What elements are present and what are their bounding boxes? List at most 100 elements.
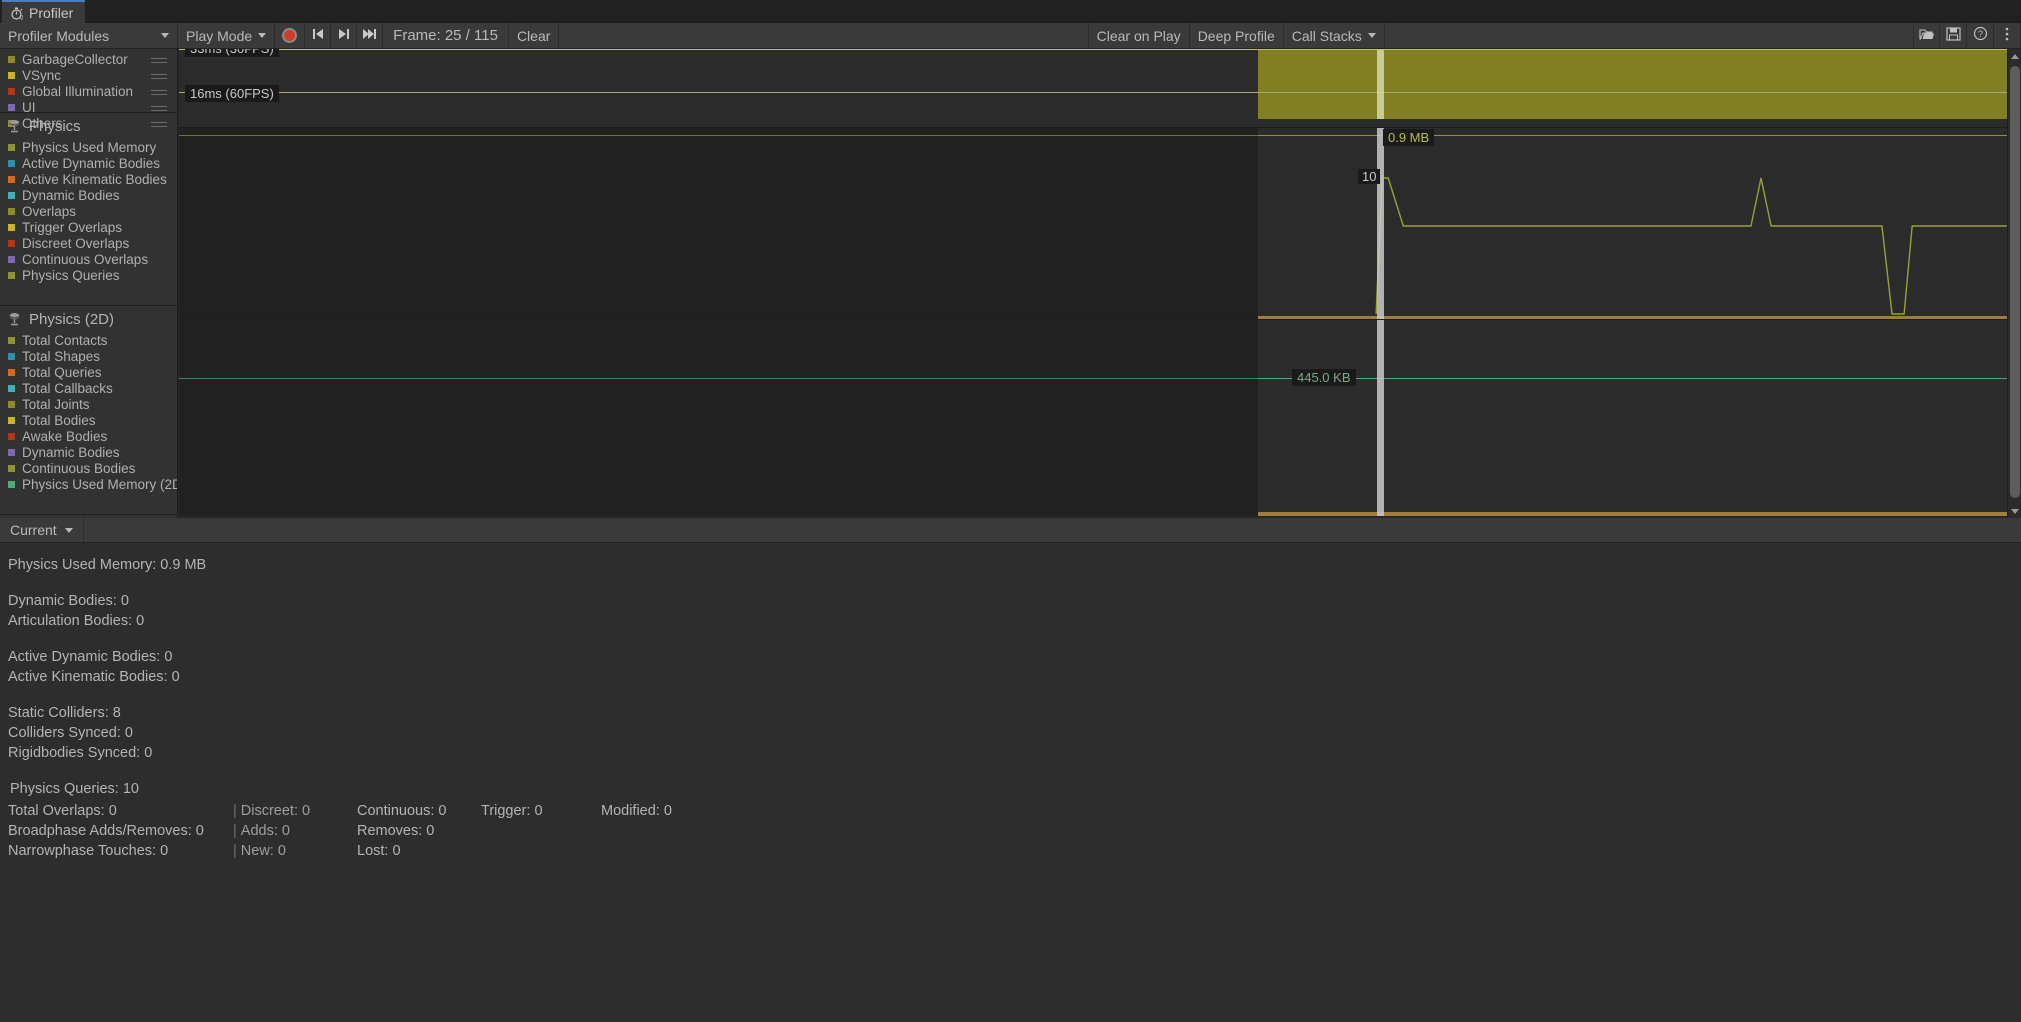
column-separator: | xyxy=(233,823,237,839)
drag-handle-icon[interactable] xyxy=(151,55,167,63)
module-row-dynamic-bodies-2d[interactable]: Dynamic Bodies xyxy=(0,444,177,460)
module-row-continuous-overlaps[interactable]: Continuous Overlaps xyxy=(0,251,177,267)
module-row-label: Continuous Overlaps xyxy=(22,251,149,267)
gridline-33ms-top xyxy=(179,49,2021,50)
scroll-down-button[interactable] xyxy=(2008,504,2021,518)
module-row-discreet-overlaps[interactable]: Discreet Overlaps xyxy=(0,235,177,251)
module-row-overlaps[interactable]: Overlaps xyxy=(0,203,177,219)
profiler-modules-dropdown[interactable]: Profiler Modules xyxy=(0,23,178,48)
detail-row-broadphase: Broadphase Adds/Removes: 0 | Adds: 0 Remo… xyxy=(8,821,2013,841)
chevron-down-icon xyxy=(161,33,169,38)
module-row-total-bodies[interactable]: Total Bodies xyxy=(0,412,177,428)
detail-cell: Total Overlaps: 0 xyxy=(8,803,117,819)
module-row-total-shapes[interactable]: Total Shapes xyxy=(0,348,177,364)
profiler-window: Q Profiler Profiler Modules Play Mode Fr… xyxy=(0,0,2021,1022)
module-row-garbagecollector[interactable]: GarbageCollector xyxy=(0,51,177,67)
color-swatch xyxy=(8,416,15,424)
module-row-vsync[interactable]: VSync xyxy=(0,67,177,83)
charts-vertical-scrollbar[interactable] xyxy=(2007,49,2021,518)
module-row-trigger-overlaps[interactable]: Trigger Overlaps xyxy=(0,219,177,235)
drag-handle-icon[interactable] xyxy=(151,71,167,79)
scroll-up-button[interactable] xyxy=(2008,49,2021,63)
unrecorded-region xyxy=(179,320,1258,516)
detail-cell: Broadphase Adds/Removes: 0 xyxy=(8,823,204,839)
profiler-toolbar: Profiler Modules Play Mode Frame: 25 / 1… xyxy=(0,23,2021,49)
next-frame-button[interactable] xyxy=(331,23,358,48)
last-frame-button[interactable] xyxy=(357,23,384,48)
detail-cell: Modified: 0 xyxy=(601,803,672,819)
previous-frame-button[interactable] xyxy=(305,23,332,48)
drag-handle-icon[interactable] xyxy=(151,103,167,111)
module-row-label: Total Bodies xyxy=(22,412,96,428)
cpu-usage-chart[interactable]: 33ms (30FPS) 16ms (60FPS) xyxy=(179,49,2021,128)
module-row-physics-queries[interactable]: Physics Queries xyxy=(0,267,177,283)
deep-profile-toggle[interactable]: Deep Profile xyxy=(1189,23,1284,48)
detail-cell-text: New: 0 xyxy=(240,843,286,859)
detail-cell: Continuous: 0 xyxy=(357,803,447,819)
window-tabstrip: Q Profiler xyxy=(0,0,2021,23)
detail-active-kinematic-bodies: Active Kinematic Bodies: 0 xyxy=(8,669,180,685)
tab-label: Profiler xyxy=(29,4,74,21)
frame-playhead[interactable] xyxy=(1377,50,1384,119)
save-profile-button[interactable] xyxy=(1940,23,1967,48)
module-row-physics-used-memory-2d[interactable]: Physics Used Memory (2D) xyxy=(0,476,177,492)
module-row-active-kinematic-bodies[interactable]: Active Kinematic Bodies xyxy=(0,171,177,187)
play-mode-dropdown[interactable]: Play Mode xyxy=(178,23,276,48)
color-swatch xyxy=(8,55,15,63)
chevron-up-icon xyxy=(2011,53,2019,59)
module-row-physics-used-memory[interactable]: Physics Used Memory xyxy=(0,139,177,155)
physics-2d-chart[interactable]: 445.0 KB xyxy=(179,320,2021,516)
module-row-label: VSync xyxy=(22,67,62,83)
module-row-label: Continuous Bodies xyxy=(22,460,136,476)
frame-playhead[interactable] xyxy=(1377,128,1384,319)
color-swatch xyxy=(8,87,15,95)
module-row-total-contacts[interactable]: Total Contacts xyxy=(0,332,177,348)
skip-end-icon xyxy=(362,27,378,44)
clear-on-play-label: Clear on Play xyxy=(1096,27,1181,44)
module-row-awake-bodies[interactable]: Awake Bodies xyxy=(0,428,177,444)
help-button[interactable]: ? xyxy=(1967,23,1994,48)
tab-profiler[interactable]: Q Profiler xyxy=(2,0,86,23)
detail-cell: | Adds: 0 xyxy=(233,821,357,841)
call-stacks-dropdown[interactable]: Call Stacks xyxy=(1283,23,1385,48)
charts-column: 33ms (30FPS) 16ms (60FPS) 0.9 MB 10 xyxy=(179,49,2021,518)
chevron-down-icon xyxy=(1367,33,1376,38)
color-swatch xyxy=(8,223,15,231)
module-header-physics-2d[interactable]: Physics (2D) xyxy=(0,306,177,332)
color-swatch xyxy=(8,159,15,167)
unrecorded-region xyxy=(179,128,1258,319)
module-list[interactable]: GarbageCollector VSync Global Illuminati… xyxy=(0,49,178,518)
module-row-global-illumination[interactable]: Global Illumination xyxy=(0,83,177,99)
column-separator: | xyxy=(233,843,237,859)
detail-articulation-bodies: Articulation Bodies: 0 xyxy=(8,613,145,629)
clear-button[interactable]: Clear xyxy=(508,23,560,48)
module-row-continuous-bodies[interactable]: Continuous Bodies xyxy=(0,460,177,476)
record-button[interactable] xyxy=(275,23,306,48)
frame-range-bar xyxy=(1258,316,2007,319)
module-row-label: Total Queries xyxy=(22,364,102,380)
profiler-menu-button[interactable] xyxy=(1994,23,2021,48)
module-row-active-dynamic-bodies[interactable]: Active Dynamic Bodies xyxy=(0,155,177,171)
module-row-dynamic-bodies[interactable]: Dynamic Bodies xyxy=(0,187,177,203)
module-row-label: Dynamic Bodies xyxy=(22,187,120,203)
scrollbar-thumb[interactable] xyxy=(2010,66,2020,498)
load-profile-button[interactable] xyxy=(1913,23,1940,48)
color-swatch xyxy=(8,336,15,344)
detail-cell: Removes: 0 xyxy=(357,823,435,839)
module-row-total-joints[interactable]: Total Joints xyxy=(0,396,177,412)
module-row-total-callbacks[interactable]: Total Callbacks xyxy=(0,380,177,396)
module-row-total-queries[interactable]: Total Queries xyxy=(0,364,177,380)
detail-static-colliders: Static Colliders: 8 xyxy=(8,705,121,721)
module-header-physics[interactable]: Physics xyxy=(0,113,177,139)
view-mode-dropdown[interactable]: Current xyxy=(0,518,84,542)
clear-on-play-toggle[interactable]: Clear on Play xyxy=(1087,23,1190,48)
physics-chart[interactable]: 0.9 MB 10 xyxy=(179,128,2021,320)
color-swatch xyxy=(8,432,15,440)
detail-spacer xyxy=(8,687,2013,703)
call-stacks-label: Call Stacks xyxy=(1291,27,1362,44)
drag-handle-icon[interactable] xyxy=(151,87,167,95)
frame-playhead[interactable] xyxy=(1377,320,1384,516)
color-swatch xyxy=(8,103,15,111)
skip-back-icon xyxy=(311,27,325,44)
module-row-label: Awake Bodies xyxy=(22,428,108,444)
